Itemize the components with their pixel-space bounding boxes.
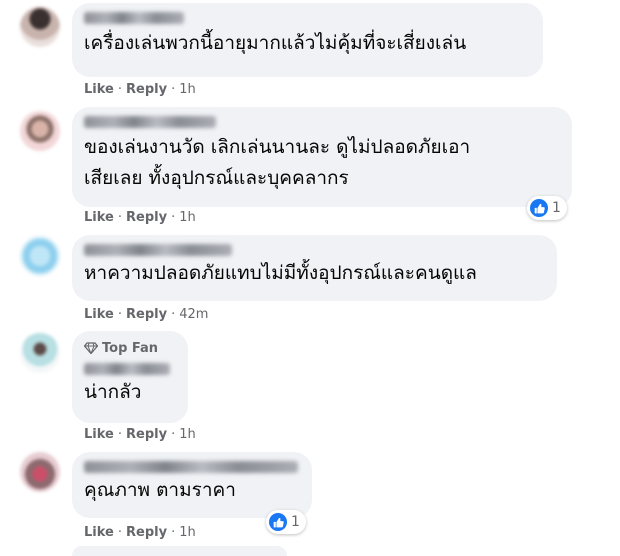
commenter-name[interactable] [84, 12, 184, 24]
comment-text: เครื่องเล่นพวกนี้อายุมากแล้วไม่คุ้มที่จะ… [84, 32, 467, 54]
comment-bubble: Top Fan น่ากลัว [72, 331, 188, 423]
like-link[interactable]: Like [84, 210, 114, 225]
avatar[interactable] [20, 452, 60, 492]
commenter-name[interactable] [84, 363, 170, 375]
comment-actions: Like · Reply · 1h [84, 210, 196, 225]
avatar[interactable] [20, 236, 60, 276]
comment-actions: Like · Reply · 1h [84, 82, 196, 97]
comment-time[interactable]: 42m [179, 307, 208, 322]
top-fan-label: Top Fan [102, 340, 159, 356]
like-link[interactable]: Like [84, 525, 114, 540]
like-link[interactable]: Like [84, 427, 114, 442]
reaction-count: 1 [552, 200, 561, 216]
reply-link[interactable]: Reply [126, 210, 167, 225]
diamond-icon [84, 342, 98, 354]
comment-time[interactable]: 1h [179, 82, 196, 97]
comment-bubble: คุณภาพ ตามราคา [72, 452, 312, 518]
comment-text: น่ากลัว [84, 381, 142, 403]
comment-bubble: ของเล่นงานวัด เลิกเล่นนานละ ดูไม่ปลอดภัย… [72, 107, 572, 207]
commenter-name[interactable] [84, 116, 216, 128]
like-reaction-icon [269, 513, 287, 531]
comment-time[interactable]: 1h [179, 427, 196, 442]
like-link[interactable]: Like [84, 307, 114, 322]
reply-link[interactable]: Reply [126, 427, 167, 442]
comment-text: ของเล่นงานวัด เลิกเล่นนานละ ดูไม่ปลอดภัย… [84, 136, 471, 189]
comment-time[interactable]: 1h [179, 210, 196, 225]
avatar[interactable] [20, 111, 60, 151]
comment-bubble: เครื่องเล่นพวกนี้อายุมากแล้วไม่คุ้มที่จะ… [72, 3, 543, 77]
like-link[interactable]: Like [84, 82, 114, 97]
comment-time[interactable]: 1h [179, 525, 196, 540]
commenter-name[interactable] [84, 461, 298, 473]
reply-link[interactable]: Reply [126, 82, 167, 97]
next-comment-bubble [72, 546, 287, 556]
top-fan-badge: Top Fan [84, 339, 176, 357]
comment-actions: Like · Reply · 42m [84, 307, 209, 322]
comment-actions: Like · Reply · 1h [84, 427, 196, 442]
comment-bubble: หาความปลอดภัยแทบไม่มีทั้งอุปกรณ์และคนดูแ… [72, 235, 557, 301]
commenter-name[interactable] [84, 244, 232, 256]
avatar[interactable] [20, 333, 60, 373]
reaction-summary[interactable]: 1 [266, 510, 306, 534]
avatar[interactable] [20, 7, 60, 47]
reaction-summary[interactable]: 1 [527, 196, 567, 220]
comment-actions: Like · Reply · 1h [84, 525, 196, 540]
like-reaction-icon [530, 199, 548, 217]
reaction-count: 1 [291, 514, 300, 530]
comment-text: หาความปลอดภัยแทบไม่มีทั้งอุปกรณ์และคนดูแ… [84, 262, 477, 284]
comment-text: คุณภาพ ตามราคา [84, 479, 236, 501]
reply-link[interactable]: Reply [126, 525, 167, 540]
reply-link[interactable]: Reply [126, 307, 167, 322]
